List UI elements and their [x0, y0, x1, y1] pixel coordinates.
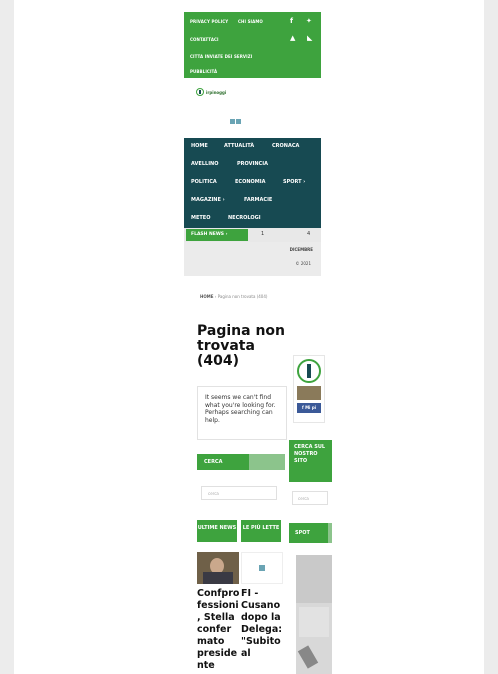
person-body [203, 572, 233, 584]
nav-item-necrologi[interactable]: NECROLOGI [228, 215, 261, 221]
servizi-link[interactable]: CITTA INVIATE DEI SERVIZI [190, 54, 252, 59]
date-month: DICEMBRE [289, 247, 313, 252]
nav-item-cronaca[interactable]: CRONACA [272, 143, 299, 149]
ad-photo-top [296, 555, 332, 603]
search-heading: CERCA [197, 454, 285, 470]
nav-item-attualita[interactable]: ATTUALITÀ [224, 143, 254, 149]
contattaci-link[interactable]: CONTATTACI [190, 37, 219, 42]
breadcrumb: HOME › Pagina non trovata (404) [200, 294, 290, 300]
banner-placeholder-icon [230, 119, 242, 125]
breadcrumb-current: Pagina non trovata (404) [217, 294, 268, 299]
flash-prev[interactable]: 1 [261, 231, 264, 237]
facebook-like-button[interactable]: f Mi pi [297, 403, 321, 413]
nav-item-economia[interactable]: ECONOMIA [235, 179, 265, 185]
nav-item-magazine[interactable]: MAGAZINE › [191, 197, 225, 203]
pubblicita-link[interactable]: PUBBLICITÀ [190, 69, 217, 74]
nav-item-sport[interactable]: SPORT › [283, 179, 305, 185]
date-box: DICEMBRE © 2021 [184, 242, 321, 276]
facebook-icon[interactable]: f [290, 17, 293, 25]
nav-item-farmacie[interactable]: FARMACIE [244, 197, 272, 203]
chi-siamo-link[interactable]: CHI SIAMO [238, 19, 263, 24]
twitter-icon[interactable]: ✦ [306, 17, 312, 25]
flash-next[interactable]: 4 [307, 231, 310, 237]
sidebar-banner[interactable]: f Mi pi [293, 355, 325, 423]
logo-area: irpinoggi [184, 78, 321, 138]
news-title[interactable]: Confpro fessioni , Stella confer mato pr… [197, 588, 239, 672]
rss-icon[interactable]: ◣ [307, 34, 312, 42]
not-found-message: It seems we can't find what you're looki… [205, 394, 276, 424]
news-thumbnail[interactable] [197, 552, 239, 584]
tab-ultime-news[interactable]: ULTIME NEWS [197, 520, 237, 542]
search-input[interactable]: cerca [201, 486, 277, 500]
breadcrumb-separator: › [214, 294, 217, 299]
spot-ad-image[interactable] [296, 555, 332, 674]
sidebar-logo-icon [297, 359, 321, 383]
site-logo[interactable]: irpinoggi [196, 88, 226, 96]
date-copyright: © 2021 [295, 261, 311, 266]
main-nav: HOME ATTUALITÀ CRONACA AVELLINO PROVINCI… [184, 138, 321, 228]
nav-item-provincia[interactable]: PROVINCIA [237, 161, 268, 167]
ad-photo-middle [299, 607, 329, 637]
sidebar-photo [297, 386, 321, 400]
image-placeholder-icon [259, 565, 265, 571]
header-column: PRIVACY POLICY CHI SIAMO CONTATTACI CITT… [184, 12, 321, 276]
tab-le-piu-lette[interactable]: LE PIÙ LETTE [241, 520, 281, 542]
nav-item-home[interactable]: HOME [191, 143, 208, 149]
news-thumbnail-placeholder[interactable] [241, 552, 283, 584]
spot-heading: SPOT [289, 523, 332, 543]
page-title: Pagina non trovata (404) [197, 323, 285, 369]
nav-item-politica[interactable]: POLITICA [191, 179, 217, 185]
nav-item-meteo[interactable]: METEO [191, 215, 210, 221]
breadcrumb-home[interactable]: HOME [200, 294, 213, 299]
nav-item-avellino[interactable]: AVELLINO [191, 161, 218, 167]
logo-text: irpinoggi [206, 89, 227, 95]
privacy-link[interactable]: PRIVACY POLICY [190, 19, 228, 24]
camera-icon[interactable]: ▲ [290, 34, 295, 42]
sidebar-search-heading: CERCA SUL NOSTRO SITO [289, 440, 332, 482]
top-bar: PRIVACY POLICY CHI SIAMO CONTATTACI CITT… [184, 12, 321, 78]
ad-device-icon [297, 645, 319, 669]
flash-news-bar: FLASH NEWS › 1 4 [184, 228, 321, 242]
not-found-box: It seems we can't find what you're looki… [197, 386, 287, 440]
logo-mark-icon [196, 88, 204, 96]
sidebar-search-input[interactable]: cerca [292, 491, 328, 505]
flash-news-button[interactable]: FLASH NEWS › [186, 229, 248, 241]
news-title[interactable]: FI - Cusano dopo la Delega: "Subito al [241, 588, 287, 660]
